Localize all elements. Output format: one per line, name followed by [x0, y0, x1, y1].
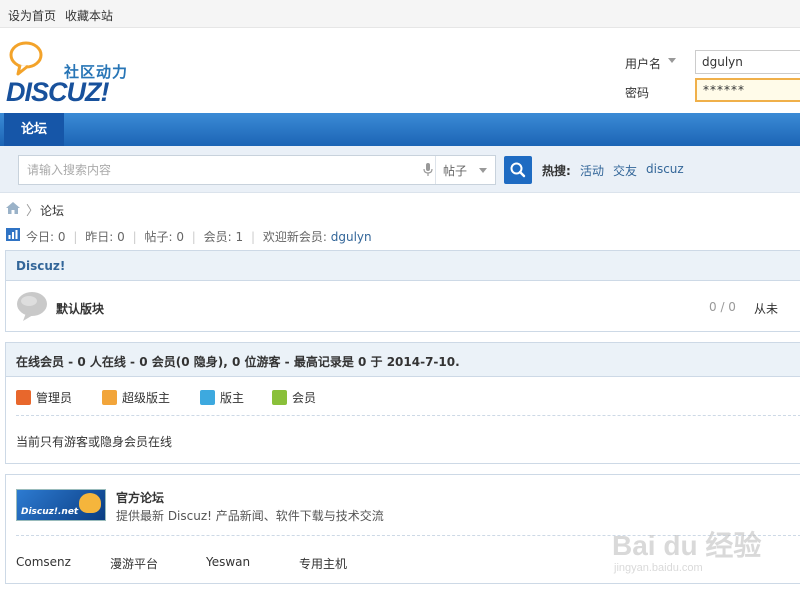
newest-member-link[interactable]: dgulyn — [331, 230, 372, 244]
chevron-down-icon[interactable] — [479, 168, 487, 173]
password-label: 密码 — [625, 86, 650, 100]
search-bar: 帖子 热搜: 活动 交友 discuz — [0, 146, 800, 193]
password-field[interactable] — [695, 78, 800, 102]
board-name-link[interactable]: 默认版块 — [56, 300, 104, 317]
legend-moderator: 版主 — [220, 391, 245, 405]
breadcrumb-separator: 〉 — [26, 204, 40, 219]
board-speech-bubble-icon[interactable] — [16, 291, 48, 321]
top-bar: 设为首页 收藏本站 — [0, 0, 800, 28]
super-moderator-user-icon — [102, 390, 117, 405]
home-icon[interactable] — [6, 202, 20, 214]
stat-yesterday-label: 昨日: — [85, 230, 114, 244]
friend-link[interactable]: 漫游平台 — [110, 555, 158, 572]
stat-today-value: 0 — [57, 230, 66, 244]
stat-separator: | — [73, 230, 78, 244]
hot-search-link[interactable]: 活动 — [580, 162, 604, 179]
stat-members-value: 1 — [235, 230, 244, 244]
main-nav: 论坛 — [0, 113, 800, 146]
bookmark-site-link[interactable]: 收藏本站 — [65, 7, 113, 24]
set-homepage-link[interactable]: 设为首页 — [8, 7, 56, 24]
stat-separator: | — [132, 230, 137, 244]
friend-link[interactable]: 专用主机 — [299, 555, 347, 572]
stat-welcome-label: 欢迎新会员: — [262, 230, 327, 244]
logo-wordmark[interactable]: DISCUZ! — [6, 77, 109, 108]
stat-posts-label: 帖子: — [144, 230, 173, 244]
official-forum-logo[interactable]: Discuz!.net — [16, 489, 106, 521]
hot-search-link[interactable]: discuz — [646, 162, 684, 176]
moderator-user-icon — [200, 390, 215, 405]
divider — [435, 156, 436, 184]
legend-admin: 管理员 — [36, 391, 73, 405]
admin-user-icon — [16, 390, 31, 405]
stat-separator: | — [251, 230, 256, 244]
online-header: 在线会员 - 0 人在线 - 0 会员(0 隐身), 0 位游客 - 最高记录是… — [6, 343, 800, 377]
search-box: 帖子 — [18, 155, 496, 185]
search-icon — [510, 162, 526, 178]
hot-search-link[interactable]: 交友 — [613, 162, 637, 179]
board-last-post: 从未 — [754, 302, 779, 316]
stat-members-label: 会员: — [203, 230, 232, 244]
friend-links-block: Discuz!.net 官方论坛 提供最新 Discuz! 产品新闻、软件下载与… — [5, 474, 800, 584]
official-forum-link[interactable]: 官方论坛 — [116, 489, 164, 506]
search-button[interactable] — [504, 156, 532, 184]
breadcrumb-forum[interactable]: 论坛 — [40, 202, 64, 219]
stat-yesterday-value: 0 — [117, 230, 125, 244]
stat-today-label: 今日: — [26, 230, 55, 244]
header: 社区动力 DISCUZ! 用户名 密码 — [0, 28, 800, 113]
friend-link[interactable]: Comsenz — [16, 555, 71, 569]
category-title[interactable]: Discuz! — [16, 259, 65, 273]
search-input[interactable] — [19, 156, 419, 184]
legend-member: 会员 — [292, 391, 317, 405]
username-label[interactable]: 用户名 — [625, 55, 661, 72]
username-field[interactable] — [695, 50, 800, 74]
online-status-note: 当前只有游客或隐身会员在线 — [16, 435, 173, 449]
stat-posts-value: 0 — [176, 230, 184, 244]
member-user-icon — [272, 390, 287, 405]
category-header: Discuz! — [6, 251, 800, 281]
friend-link[interactable]: Yeswan — [206, 555, 250, 569]
online-members-block: 在线会员 - 0 人在线 - 0 会员(0 隐身), 0 位游客 - 最高记录是… — [5, 342, 800, 464]
logo-bubble-icon — [79, 493, 101, 513]
logo-bubble-icon — [9, 41, 43, 76]
logo-text: Discuz!.net — [21, 507, 79, 517]
microphone-icon[interactable] — [423, 163, 433, 177]
official-forum-description: 提供最新 Discuz! 产品新闻、软件下载与技术交流 — [116, 509, 384, 523]
forum-stats: 今日: 0 | 昨日: 0 | 帖子: 0 | 会员: 1 | 欢迎新会员: d… — [26, 228, 372, 245]
board-thread-post-count: 0 / 0 — [709, 300, 736, 314]
nav-tab-forum[interactable]: 论坛 — [4, 113, 64, 146]
online-title[interactable]: 在线会员 - 0 人在线 - 0 会员(0 隐身), 0 位游客 - 最高记录是… — [16, 353, 460, 370]
divider — [16, 535, 800, 536]
stat-separator: | — [191, 230, 196, 244]
chevron-down-icon[interactable] — [668, 58, 676, 63]
search-type-select[interactable]: 帖子 — [443, 162, 467, 179]
legend-super-moderator: 超级版主 — [122, 391, 171, 405]
hot-search-label: 热搜: — [542, 164, 571, 178]
forum-category-block: Discuz! 默认版块 0 / 0 从未 — [5, 250, 800, 332]
divider — [16, 415, 800, 416]
bar-chart-icon — [6, 228, 20, 241]
